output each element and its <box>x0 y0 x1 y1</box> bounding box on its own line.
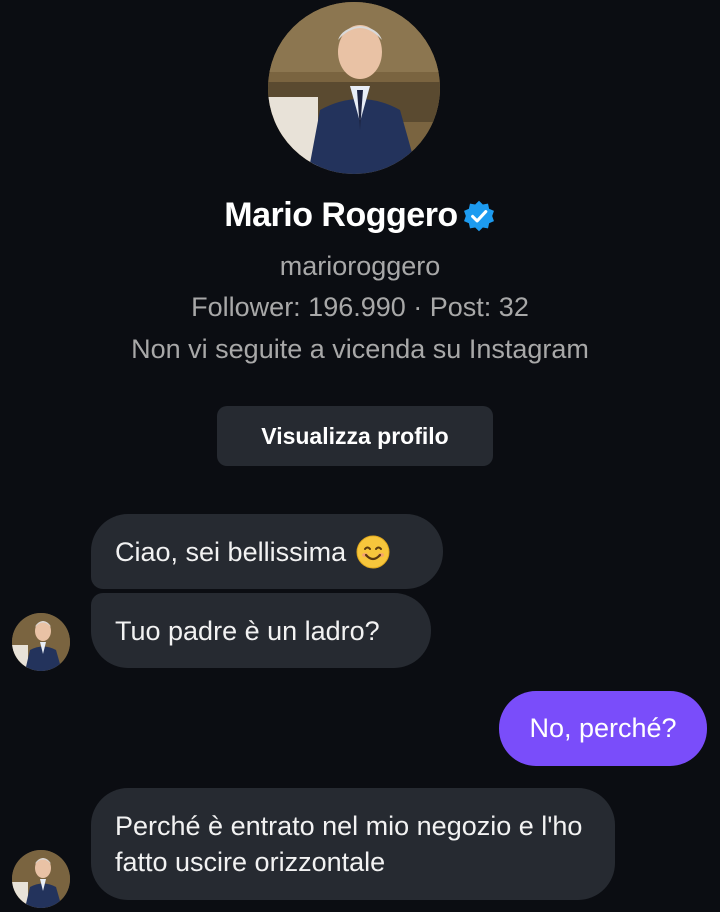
profile-name-row: Mario Roggero <box>0 196 720 235</box>
profile-name: Mario Roggero <box>224 196 458 234</box>
profile-avatar[interactable] <box>268 2 440 174</box>
incoming-message-bubble[interactable]: Tuo padre è un ladro? <box>91 593 431 668</box>
incoming-message-bubble[interactable]: Perché è entrato nel mio negozio e l'ho … <box>91 788 615 900</box>
message-text: Ciao, sei bellissima <box>115 536 347 567</box>
profile-photo <box>268 2 440 174</box>
sender-avatar[interactable] <box>12 850 70 908</box>
message-text: Tuo padre è un ladro? <box>115 615 380 646</box>
sender-avatar[interactable] <box>12 613 70 671</box>
sender-photo <box>12 850 70 908</box>
message-text: Perché è entrato nel mio negozio e l'ho … <box>115 811 583 877</box>
verified-badge-icon <box>463 200 494 231</box>
sender-photo <box>12 613 70 671</box>
smiling-face-icon <box>356 535 390 568</box>
profile-stats: Follower: 196.990 · Post: 32 <box>191 292 529 322</box>
profile-username: marioroggero <box>279 251 441 281</box>
incoming-message-bubble[interactable]: Ciao, sei bellissima <box>91 514 443 589</box>
view-profile-button[interactable]: Visualizza profilo <box>217 406 493 466</box>
mutual-follow-note: Non vi seguite a vicenda su Instagram <box>131 334 589 364</box>
outgoing-message-bubble[interactable]: No, perché? <box>499 691 707 766</box>
message-text: No, perché? <box>529 713 677 743</box>
